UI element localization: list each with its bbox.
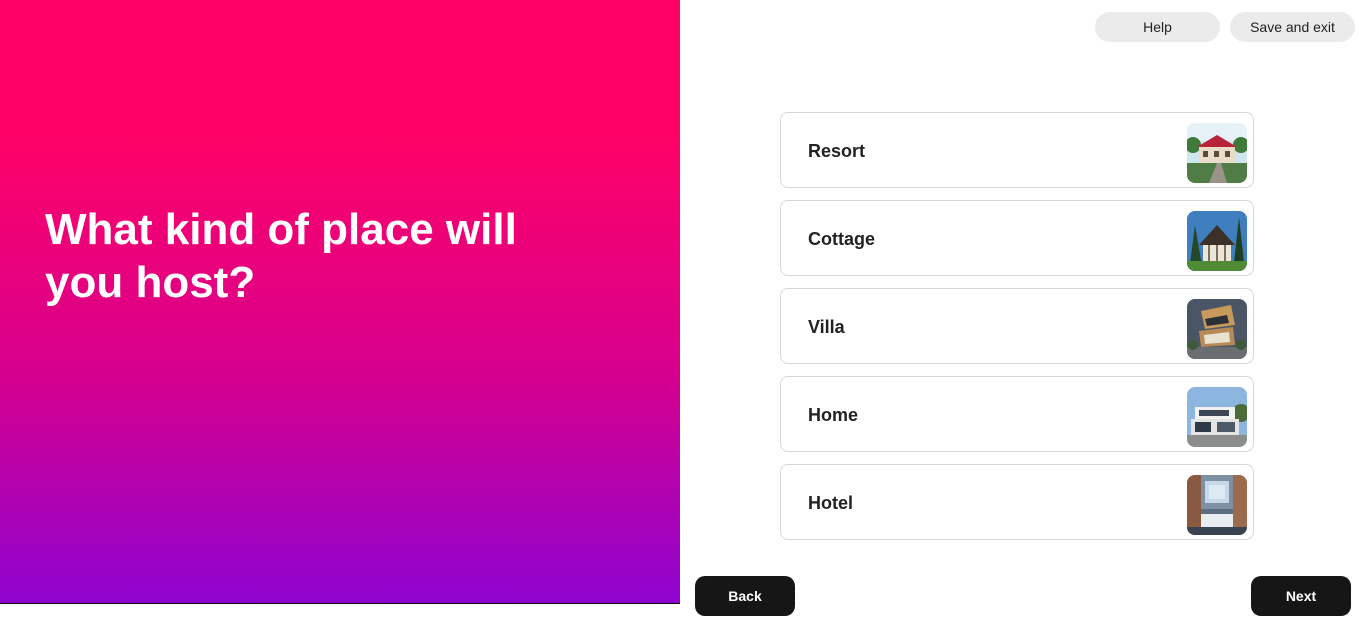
option-hotel[interactable]: Hotel (780, 464, 1254, 540)
next-button[interactable]: Next (1251, 576, 1351, 616)
save-and-exit-button[interactable]: Save and exit (1230, 12, 1355, 42)
back-button[interactable]: Back (695, 576, 795, 616)
hotel-photo-icon (1187, 475, 1247, 535)
option-villa[interactable]: Villa (780, 288, 1254, 364)
option-label: Villa (808, 317, 845, 337)
option-label: Cottage (808, 229, 875, 249)
page-title: What kind of place will you host? (45, 205, 517, 307)
option-label: Resort (808, 141, 866, 161)
home-photo-icon (1187, 387, 1247, 447)
villa-photo-icon (1187, 299, 1247, 359)
option-resort[interactable]: Resort (780, 112, 1254, 188)
option-cottage[interactable]: Cottage (780, 200, 1254, 276)
hero-panel: What kind of place will you host? (0, 0, 680, 604)
option-home[interactable]: Home (780, 376, 1254, 452)
resort-photo-icon (1187, 123, 1247, 183)
option-label: Home (808, 405, 859, 425)
option-label: Hotel (808, 493, 853, 513)
cottage-photo-icon (1187, 211, 1247, 271)
help-button[interactable]: Help (1095, 12, 1220, 42)
